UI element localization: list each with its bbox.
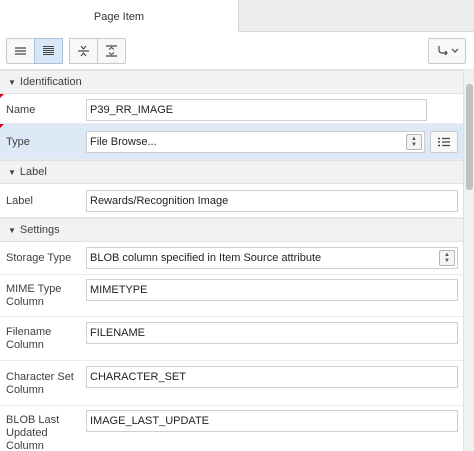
storage-type-select[interactable]: BLOB column specified in Item Source att…: [86, 247, 458, 269]
tab-page-item[interactable]: Page Item: [0, 0, 239, 33]
hook-arrow-icon: [437, 46, 448, 56]
property-row-storage-type: Storage Type BLOB column specified in It…: [0, 242, 463, 275]
property-label: Type: [6, 136, 30, 148]
label-field[interactable]: Rewards/Recognition Image: [86, 190, 458, 212]
select-arrows-icon: ▲ ▼: [406, 134, 422, 150]
toolbar: [0, 32, 474, 70]
property-label: Name: [6, 104, 36, 116]
show-common-button[interactable]: [6, 38, 35, 64]
character-set-field[interactable]: CHARACTER_SET: [86, 366, 458, 388]
section-title: Label: [19, 166, 47, 178]
property-label: MIME Type Column: [6, 283, 62, 308]
lines-icon: [15, 47, 26, 55]
blob-last-updated-field[interactable]: IMAGE_LAST_UPDATE: [86, 410, 458, 432]
expand-icon: [106, 45, 117, 57]
dense-lines-icon: [43, 46, 54, 55]
collapse-triangle-icon: ▼: [8, 167, 16, 177]
section-label[interactable]: ▼ Label: [0, 160, 463, 184]
property-label: Storage Type: [6, 252, 72, 264]
collapse-triangle-icon: ▼: [8, 225, 16, 235]
go-to-group-button[interactable]: [428, 38, 466, 64]
section-identification[interactable]: ▼ Identification: [0, 70, 463, 94]
property-row-name: Name P39_RR_IMAGE: [0, 94, 463, 124]
property-row-mime-type: MIME Type Column MIMETYPE: [0, 275, 463, 317]
property-row-blob-last-updated: BLOB Last Updated Column IMAGE_LAST_UPDA…: [0, 406, 463, 451]
section-title: Settings: [19, 224, 60, 236]
property-label: Label: [6, 195, 33, 207]
property-editor: ▼ Identification Name P39_RR_IMAGE Type …: [0, 70, 463, 451]
property-label: BLOB Last Updated Column: [6, 414, 60, 451]
name-field[interactable]: P39_RR_IMAGE: [86, 99, 427, 121]
filename-field[interactable]: FILENAME: [86, 322, 458, 344]
property-row-type: Type File Browse... ▲ ▼: [0, 124, 463, 160]
property-label: Filename Column: [6, 326, 52, 351]
collapse-icon: [78, 45, 89, 57]
property-row-label: Label Rewards/Recognition Image: [0, 184, 463, 218]
tab-bar: Page Item: [0, 0, 474, 33]
required-marker: [0, 94, 4, 98]
section-settings[interactable]: ▼ Settings: [0, 218, 463, 242]
collapse-triangle-icon: ▼: [8, 77, 16, 87]
section-title: Identification: [19, 76, 82, 88]
storage-type-value: BLOB column specified in Item Source att…: [90, 252, 322, 264]
show-all-button[interactable]: [34, 38, 63, 64]
list-of-values-button[interactable]: [430, 131, 458, 153]
select-arrows-icon: ▲ ▼: [439, 250, 455, 266]
property-row-filename: Filename Column FILENAME: [0, 317, 463, 361]
chevron-down-icon: [451, 48, 458, 53]
mime-type-field[interactable]: MIMETYPE: [86, 279, 458, 301]
scrollbar-thumb[interactable]: [466, 84, 473, 190]
property-label: Character Set Column: [6, 371, 74, 396]
expand-all-button[interactable]: [97, 38, 126, 64]
collapse-all-button[interactable]: [69, 38, 98, 64]
vertical-scrollbar[interactable]: [463, 70, 474, 451]
property-row-character-set: Character Set Column CHARACTER_SET: [0, 361, 463, 406]
required-marker: [0, 124, 4, 128]
view-mode-group: [6, 38, 126, 64]
list-icon: [438, 137, 450, 147]
type-select-value: File Browse...: [90, 136, 157, 148]
type-select[interactable]: File Browse... ▲ ▼: [86, 131, 425, 153]
